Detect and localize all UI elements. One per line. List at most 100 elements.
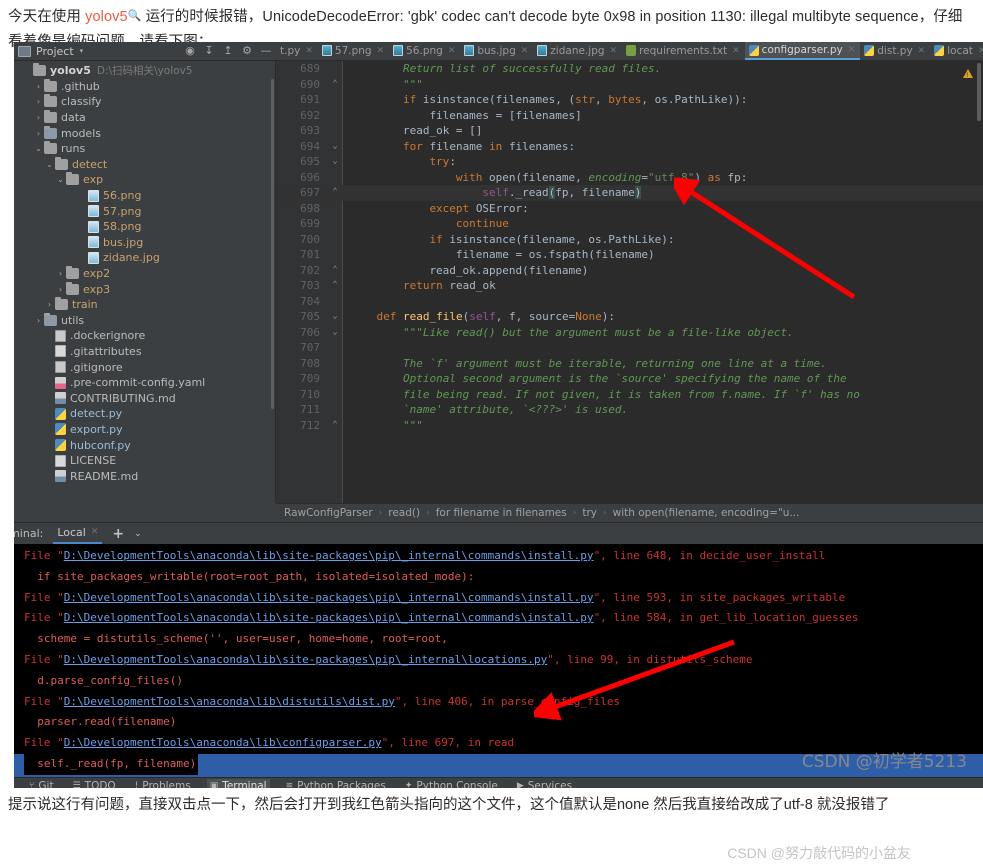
- editor-tab-locat[interactable]: locat ✕: [930, 42, 983, 60]
- tree-item--pre-commit-config-yaml[interactable]: .pre-commit-config.yaml: [14, 375, 276, 391]
- code-line-699[interactable]: 699 continue: [276, 216, 983, 232]
- breadcrumb-item[interactable]: with open(filename, encoding="u...: [613, 507, 800, 519]
- fold-marker-icon[interactable]: ⌄: [329, 154, 341, 170]
- tree-scrollbar[interactable]: [271, 79, 274, 409]
- close-icon[interactable]: ✕: [91, 527, 99, 537]
- chevron-right-icon[interactable]: ›: [44, 300, 55, 309]
- terminal-line[interactable]: d.parse_config_files(): [14, 671, 983, 692]
- tree-item-license[interactable]: LICENSE: [14, 453, 276, 469]
- terminal-line[interactable]: File "D:\DevelopmentTools\anaconda\lib\d…: [14, 692, 983, 713]
- breadcrumb[interactable]: RawConfigParser › read() › for filename in f…: [276, 503, 983, 522]
- editor-tab-zidane-jpg[interactable]: zidane.jpg ✕: [533, 42, 622, 60]
- code-line-702[interactable]: 702 ⌃ read_ok.append(filename): [276, 263, 983, 279]
- globe-icon[interactable]: ◉: [184, 45, 196, 57]
- close-icon[interactable]: ✕: [305, 46, 313, 56]
- editor-tabbar[interactable]: t.py ✕ 57.png ✕ 56.png ✕ bus.jpg ✕ zidane.jpg ✕ re…: [276, 42, 983, 61]
- chevron-right-icon[interactable]: ›: [33, 82, 44, 91]
- terminal-file-link[interactable]: D:\DevelopmentTools\anaconda\lib\site-pa…: [64, 549, 594, 562]
- warning-triangle-icon[interactable]: [963, 69, 973, 79]
- terminal-line[interactable]: File "D:\DevelopmentTools\anaconda\lib\s…: [14, 608, 983, 629]
- breadcrumb-item[interactable]: for filename in filenames: [436, 507, 567, 519]
- fold-marker-icon[interactable]: ⌃: [329, 185, 341, 201]
- terminal-tab-local[interactable]: Local ✕: [53, 524, 103, 544]
- chevron-right-icon[interactable]: ›: [33, 97, 44, 106]
- tree-item--gitignore[interactable]: .gitignore: [14, 359, 276, 375]
- toolwindow-button-services[interactable]: ▶ Services: [514, 779, 575, 788]
- breadcrumb-item[interactable]: RawConfigParser: [284, 507, 373, 519]
- close-icon[interactable]: ✕: [377, 46, 385, 56]
- code-line-693[interactable]: 693 read_ok = []: [276, 123, 983, 139]
- tree-item--gitattributes[interactable]: .gitattributes: [14, 344, 276, 360]
- tree-item-58-png[interactable]: 58.png: [14, 219, 276, 235]
- terminal-line[interactable]: File "D:\DevelopmentTools\anaconda\lib\s…: [14, 546, 983, 567]
- editor-tab-bus-jpg[interactable]: bus.jpg ✕: [460, 42, 533, 60]
- fold-marker-icon[interactable]: ⌄: [329, 139, 341, 155]
- tree-item-contributing-md[interactable]: CONTRIBUTING.md: [14, 390, 276, 406]
- chevron-right-icon[interactable]: ›: [33, 113, 44, 122]
- code-line-690[interactable]: 690 ⌃ """: [276, 77, 983, 93]
- toolwindow-button-git[interactable]: ⑂ Git: [26, 779, 57, 788]
- terminal-line[interactable]: if site_packages_writable(root=root_path…: [14, 567, 983, 588]
- terminal-line[interactable]: File "D:\DevelopmentTools\anaconda\lib\s…: [14, 650, 983, 671]
- tree-item-57-png[interactable]: 57.png: [14, 203, 276, 219]
- chevron-right-icon[interactable]: ›: [33, 316, 44, 325]
- tree-item--dockerignore[interactable]: .dockerignore: [14, 328, 276, 344]
- editor-tab-57-png[interactable]: 57.png ✕: [318, 42, 389, 60]
- code-line-703[interactable]: 703 ⌃ return read_ok: [276, 278, 983, 294]
- close-icon[interactable]: ✕: [918, 46, 926, 56]
- code-line-692[interactable]: 692 filenames = [filenames]: [276, 108, 983, 124]
- chevron-down-icon[interactable]: ⌄: [33, 144, 44, 153]
- terminal-line[interactable]: File "D:\DevelopmentTools\anaconda\lib\c…: [14, 774, 983, 777]
- terminal-line[interactable]: self._read(fp, filename): [14, 753, 983, 775]
- gear-icon[interactable]: ⚙: [241, 45, 253, 57]
- editor-code-area[interactable]: 689 Return list of successfully read file…: [276, 61, 983, 433]
- code-line-705[interactable]: 705 ⌄ def read_file(self, f, source=None):: [276, 309, 983, 325]
- chevron-down-icon[interactable]: ▾: [80, 47, 84, 55]
- code-line-698[interactable]: 698 except OSError:: [276, 201, 983, 217]
- bottom-toolwindow-bar[interactable]: ⑂ Git ☰ TODO! Problems ▣ Terminal ≋ Python Packa…: [14, 777, 983, 788]
- chevron-right-icon[interactable]: ›: [33, 129, 44, 138]
- tree-item-train[interactable]: › train: [14, 297, 276, 313]
- terminal-line[interactable]: parser.read(filename): [14, 712, 983, 733]
- tree-item-56-png[interactable]: 56.png: [14, 188, 276, 204]
- toolwindow-button-python-console[interactable]: ✦ Python Console: [402, 779, 501, 788]
- toolwindow-button-terminal[interactable]: ▣ Terminal: [206, 779, 270, 788]
- terminal-line[interactable]: File "D:\DevelopmentTools\anaconda\lib\s…: [14, 588, 983, 609]
- toolwindow-button-problems[interactable]: ! Problems: [132, 779, 194, 788]
- terminal-output[interactable]: File "D:\DevelopmentTools\anaconda\lib\s…: [14, 544, 983, 777]
- project-file-tree[interactable]: yolov5 D:\扫码相关\yolov5 › .github › classify › da…: [14, 61, 276, 503]
- tree-item-detect-py[interactable]: detect.py: [14, 406, 276, 422]
- fold-marker-icon[interactable]: ⌄: [329, 309, 341, 325]
- breadcrumb-item[interactable]: try: [582, 507, 597, 519]
- editor-tab-configparser-py[interactable]: configparser.py ✕: [744, 42, 861, 60]
- fold-marker-icon[interactable]: ⌃: [329, 263, 341, 279]
- terminal-file-link[interactable]: D:\DevelopmentTools\anaconda\lib\site-pa…: [64, 611, 594, 624]
- chevron-right-icon[interactable]: ›: [55, 269, 66, 278]
- close-icon[interactable]: ✕: [448, 46, 456, 56]
- tree-item-utils[interactable]: › utils: [14, 312, 276, 329]
- chevron-down-icon[interactable]: ⌄: [55, 175, 66, 184]
- tree-item-data[interactable]: › data: [14, 110, 276, 126]
- terminal-file-link[interactable]: D:\DevelopmentTools\anaconda\lib\distuti…: [64, 695, 395, 708]
- tree-item-bus-jpg[interactable]: bus.jpg: [14, 235, 276, 251]
- code-line-710[interactable]: 710 file being read. If not given, it is …: [276, 387, 983, 403]
- terminal-file-link[interactable]: D:\DevelopmentTools\anaconda\lib\site-pa…: [64, 591, 594, 604]
- close-icon[interactable]: ✕: [848, 45, 856, 55]
- editor-tab-56-png[interactable]: 56.png ✕: [389, 42, 460, 60]
- chevron-right-icon[interactable]: ›: [55, 285, 66, 294]
- code-line-700[interactable]: 700 if isinstance(filename, os.PathLike):: [276, 232, 983, 248]
- toolwindow-button-todo[interactable]: ☰ TODO: [70, 779, 119, 788]
- tree-item-exp[interactable]: ⌄ exp: [14, 172, 276, 188]
- code-line-697[interactable]: 697 ⌃ self._read(fp, filename): [276, 185, 983, 201]
- add-terminal-button[interactable]: +: [112, 526, 124, 542]
- tree-item-readme-md[interactable]: README.md: [14, 468, 276, 484]
- tree-item-classify[interactable]: › classify: [14, 94, 276, 110]
- code-editor[interactable]: 689 Return list of successfully read file…: [276, 61, 983, 503]
- fold-marker-icon[interactable]: ⌃: [329, 418, 341, 434]
- editor-tab-dist-py[interactable]: dist.py ✕: [860, 42, 930, 60]
- tree-item-zidane-jpg[interactable]: zidane.jpg: [14, 250, 276, 266]
- project-panel-header[interactable]: Project ▾ ◉ ↧ ↥ ⚙ —: [14, 42, 276, 61]
- expand-icon[interactable]: ↥: [222, 45, 234, 57]
- fold-marker-icon[interactable]: ⌃: [329, 278, 341, 294]
- code-line-696[interactable]: 696 with open(filename, encoding="utf-8")…: [276, 170, 983, 186]
